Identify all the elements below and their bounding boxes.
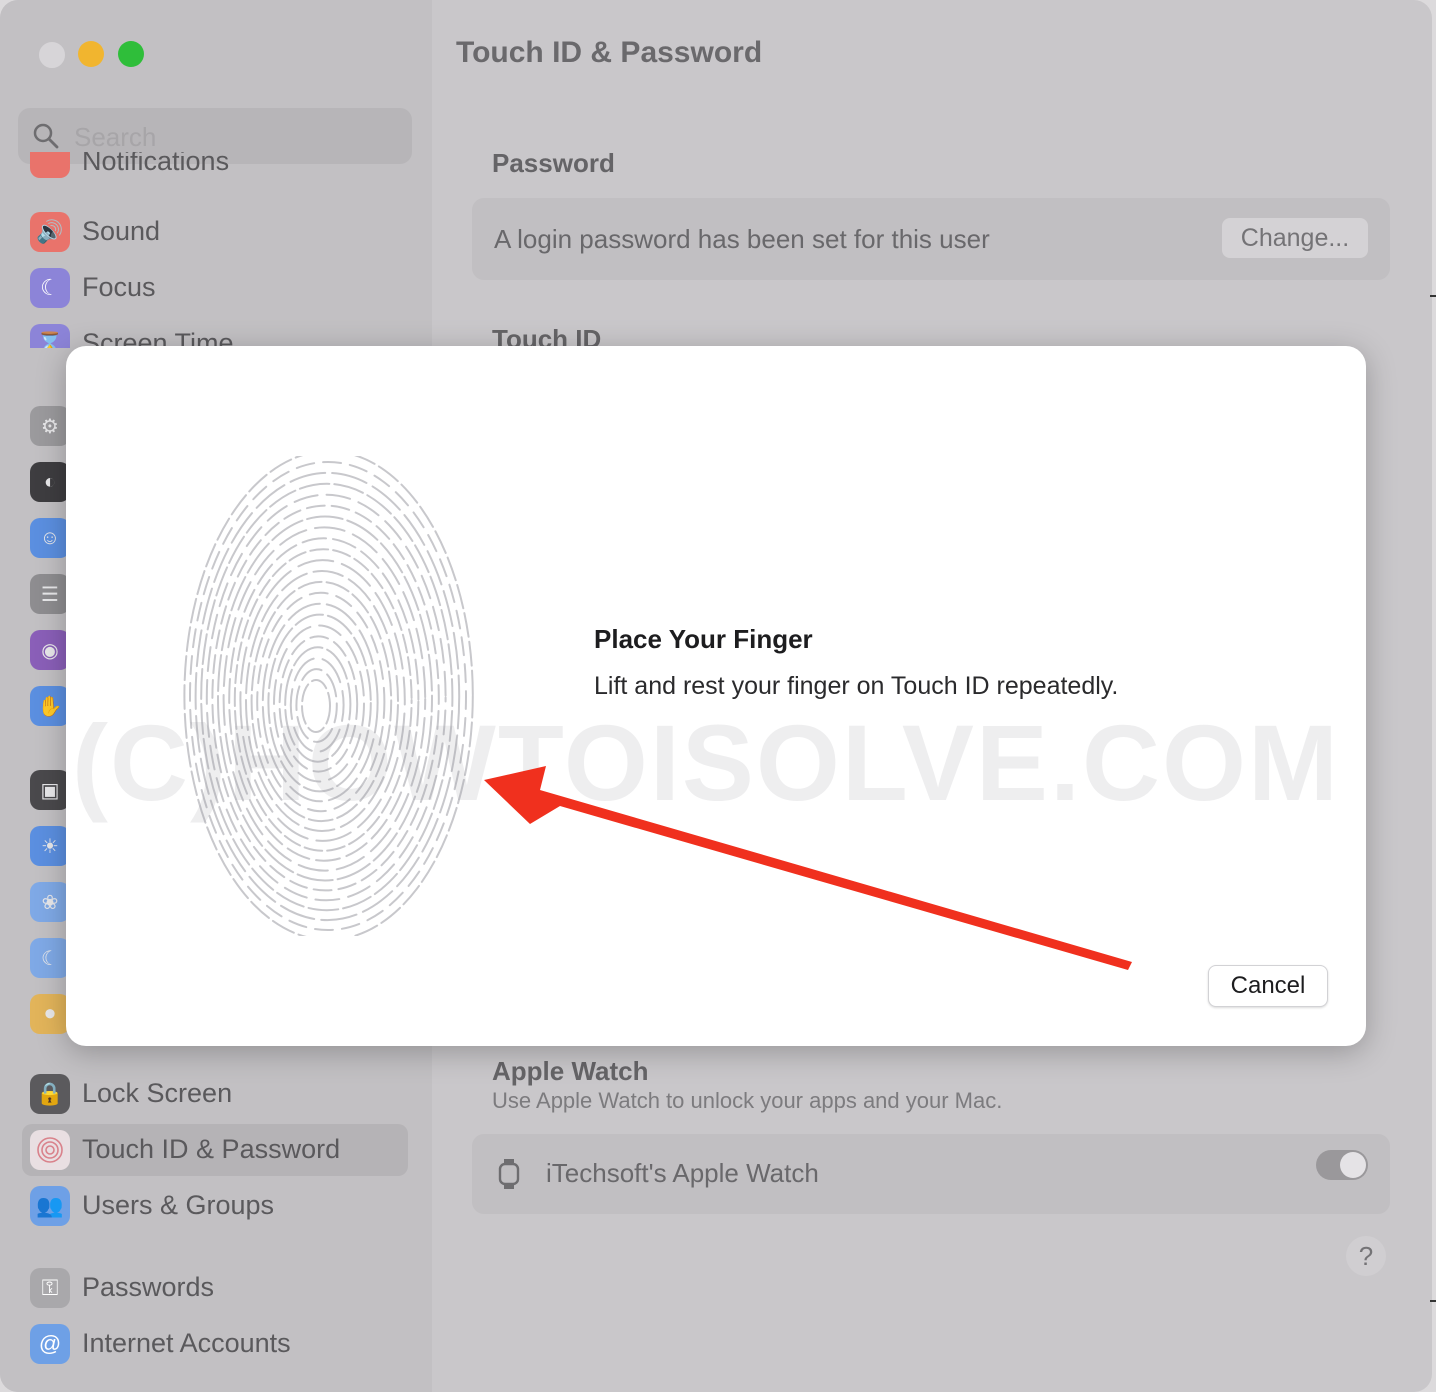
edge-artifact bbox=[1430, 1300, 1436, 1302]
system-settings-window: Notifications 🔊 Sound ☾ Focus ⌛ Screen T… bbox=[0, 0, 1432, 1392]
red-arrow-annotation bbox=[484, 766, 1132, 970]
edge-artifact bbox=[1430, 295, 1436, 297]
